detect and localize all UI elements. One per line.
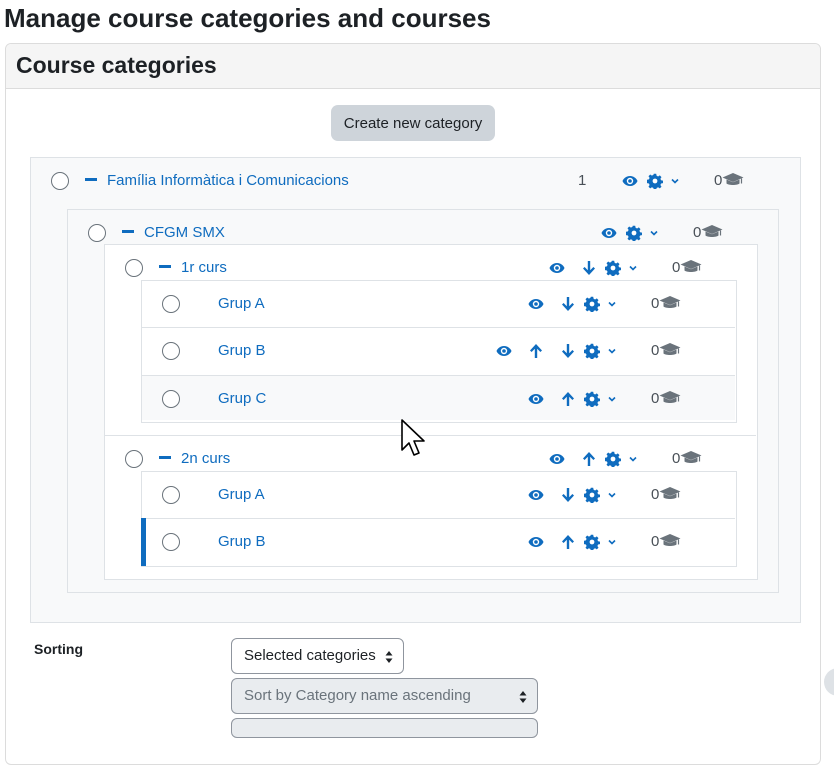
chevron-down-icon[interactable]: [607, 490, 617, 500]
card-header: Course categories: [6, 44, 820, 89]
chevron-down-icon[interactable]: [628, 454, 638, 464]
mouse-cursor-icon: [401, 419, 425, 456]
graduation-cap-icon: [680, 259, 702, 275]
gear-icon[interactable]: [584, 296, 600, 312]
category-name-link[interactable]: Família Informàtica i Comunicacions: [107, 172, 349, 190]
eye-icon[interactable]: [496, 343, 512, 359]
select-checkbox[interactable]: [125, 450, 143, 468]
chevron-down-icon[interactable]: [649, 228, 659, 238]
card-title: Course categories: [16, 52, 217, 78]
eye-icon[interactable]: [528, 487, 544, 503]
collapse-minus-icon[interactable]: [85, 178, 97, 181]
graduation-cap-icon: [659, 390, 681, 406]
graduation-cap-icon: [659, 342, 681, 358]
row-divider: [104, 435, 756, 436]
eye-icon[interactable]: [528, 296, 544, 312]
collapse-minus-icon[interactable]: [159, 265, 171, 268]
select-checkbox[interactable]: [162, 390, 180, 408]
select-checkbox[interactable]: [162, 342, 180, 360]
category-name-link[interactable]: Grup B: [218, 533, 266, 551]
subcategory-count: 1: [578, 172, 587, 189]
gear-icon[interactable]: [626, 225, 642, 241]
select-checkbox[interactable]: [88, 224, 106, 242]
gear-icon[interactable]: [584, 534, 600, 550]
gear-icon[interactable]: [605, 260, 621, 276]
graduation-cap-icon: [701, 224, 723, 240]
category-row: Grup B 0: [0, 529, 834, 555]
chevron-down-icon[interactable]: [628, 263, 638, 273]
gear-icon[interactable]: [584, 487, 600, 503]
category-row: 1r curs 0: [0, 255, 834, 281]
gear-icon[interactable]: [647, 173, 663, 189]
arrow-up-icon[interactable]: [560, 534, 576, 550]
help-drawer-toggle[interactable]: [824, 668, 834, 696]
sorting-scope-select[interactable]: Selected categories: [231, 638, 404, 674]
sort-by-select[interactable]: Sort by Category name ascending: [231, 678, 538, 714]
graduation-cap-icon: [659, 486, 681, 502]
select-checkbox[interactable]: [162, 533, 180, 551]
eye-icon[interactable]: [528, 391, 544, 407]
graduation-cap-icon: [680, 450, 702, 466]
create-new-category-button[interactable]: Create new category: [331, 105, 495, 141]
category-row: Grup C 0: [0, 386, 834, 412]
eye-icon[interactable]: [528, 534, 544, 550]
row-divider: [142, 327, 735, 328]
graduation-cap-icon: [659, 295, 681, 311]
category-row: Grup B 0: [0, 338, 834, 364]
gear-icon[interactable]: [584, 391, 600, 407]
chevron-down-icon[interactable]: [670, 176, 680, 186]
arrow-down-icon[interactable]: [560, 487, 576, 503]
gear-icon[interactable]: [605, 451, 621, 467]
select-checkbox[interactable]: [51, 172, 69, 190]
eye-icon[interactable]: [601, 225, 617, 241]
sort-by-value: Sort by Category name ascending: [244, 687, 471, 704]
eye-icon[interactable]: [549, 451, 565, 467]
chevron-down-icon[interactable]: [607, 299, 617, 309]
chevron-down-icon[interactable]: [607, 537, 617, 547]
sorting-label: Sorting: [34, 641, 83, 657]
category-name-link[interactable]: Grup C: [218, 390, 266, 408]
category-name-link[interactable]: Grup B: [218, 342, 266, 360]
select-checkbox[interactable]: [125, 259, 143, 277]
category-name-link[interactable]: Grup A: [218, 295, 265, 313]
arrow-down-icon[interactable]: [581, 260, 597, 276]
collapse-minus-icon[interactable]: [122, 230, 134, 233]
select-arrow-icon: [385, 650, 393, 664]
arrow-up-icon[interactable]: [581, 451, 597, 467]
gear-icon[interactable]: [584, 343, 600, 359]
eye-icon[interactable]: [622, 173, 638, 189]
category-row: CFGM SMX 0: [0, 220, 834, 246]
chevron-down-icon[interactable]: [607, 394, 617, 404]
category-row: Família Informàtica i Comunicacions 1 0: [0, 168, 834, 194]
category-row: Grup A 0: [0, 482, 834, 508]
select-checkbox[interactable]: [162, 486, 180, 504]
select-arrow-icon: [519, 690, 527, 704]
category-name-link[interactable]: CFGM SMX: [144, 224, 225, 242]
category-name-link[interactable]: 2n curs: [181, 450, 230, 468]
collapse-minus-icon[interactable]: [159, 456, 171, 459]
arrow-up-icon[interactable]: [560, 391, 576, 407]
category-name-link[interactable]: Grup A: [218, 486, 265, 504]
select-partial[interactable]: [231, 718, 538, 738]
arrow-down-icon[interactable]: [560, 296, 576, 312]
graduation-cap-icon: [659, 533, 681, 549]
select-checkbox[interactable]: [162, 295, 180, 313]
category-row: Grup A 0: [0, 291, 834, 317]
page-title: Manage course categories and courses: [4, 3, 491, 33]
arrow-up-icon[interactable]: [528, 343, 544, 359]
arrow-down-icon[interactable]: [560, 343, 576, 359]
row-divider: [142, 518, 735, 519]
eye-icon[interactable]: [549, 260, 565, 276]
category-name-link[interactable]: 1r curs: [181, 259, 227, 277]
sorting-scope-value: Selected categories: [244, 647, 376, 664]
chevron-down-icon[interactable]: [607, 346, 617, 356]
graduation-cap-icon: [722, 172, 744, 188]
